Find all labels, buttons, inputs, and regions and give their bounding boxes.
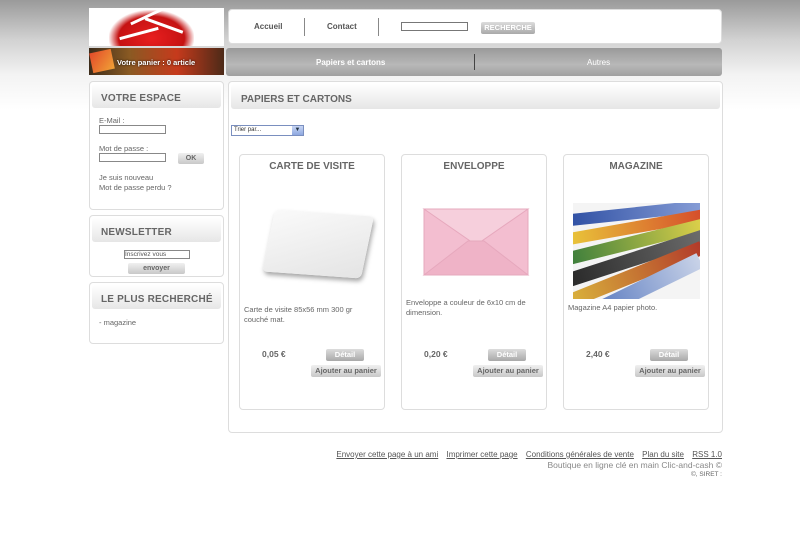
add-to-cart-button[interactable]: Ajouter au panier <box>311 365 381 377</box>
votre-espace-title: VOTRE ESPACE <box>92 84 221 108</box>
cart-icon <box>89 48 115 74</box>
sort-select[interactable]: Trier par... ▼ <box>231 125 304 136</box>
newsletter-box: NEWSLETTER envoyer <box>89 215 224 277</box>
product-name[interactable]: ENVELOPPE <box>402 161 546 172</box>
footer-link-sitemap[interactable]: Plan du site <box>642 450 684 459</box>
popular-box: LE PLUS RECHERCHÉ - magazine <box>89 282 224 344</box>
product-name[interactable]: MAGAZINE <box>564 161 708 172</box>
business-card-image[interactable] <box>252 207 374 289</box>
add-to-cart-button[interactable]: Ajouter au panier <box>473 365 543 377</box>
forgot-password-link[interactable]: Mot de passe perdu ? <box>99 183 172 192</box>
new-user-link[interactable]: Je suis nouveau <box>99 173 153 182</box>
category-autres[interactable]: Autres <box>587 58 610 67</box>
detail-button[interactable]: Détail <box>326 349 364 361</box>
nav-contact[interactable]: Contact <box>327 22 357 31</box>
detail-button[interactable]: Détail <box>650 349 688 361</box>
login-ok-button[interactable]: OK <box>178 153 204 164</box>
newsletter-input[interactable] <box>124 250 190 259</box>
nav-separator <box>378 18 379 36</box>
magazine-image[interactable] <box>573 203 700 299</box>
email-label: E-Mail : <box>99 116 125 125</box>
cart-summary[interactable]: Votre panier : 0 article <box>117 58 195 67</box>
product-card-magazine: MAGAZINE Magazine A4 papier photo. 2,40 … <box>563 154 709 410</box>
product-description: Enveloppe a couleur de 6x10 cm de dimens… <box>406 298 526 317</box>
footer-link-send-to-friend[interactable]: Envoyer cette page à un ami <box>336 450 438 459</box>
product-price: 2,40 € <box>586 349 610 359</box>
site-logo[interactable] <box>89 8 224 46</box>
sort-select-value: Trier par... <box>234 127 262 133</box>
search-input[interactable] <box>401 22 468 31</box>
add-to-cart-button[interactable]: Ajouter au panier <box>635 365 705 377</box>
card-shape <box>262 209 374 279</box>
footer-tagline: Boutique en ligne clé en main Clic-and-c… <box>547 460 722 470</box>
top-navigation: Accueil Contact RECHERCHE <box>228 9 722 44</box>
footer-link-cgv[interactable]: Conditions générales de vente <box>526 450 634 459</box>
footer-links: Envoyer cette page à un ami Imprimer cet… <box>330 450 722 459</box>
product-description: Magazine A4 papier photo. <box>568 303 658 312</box>
password-label: Mot de passe : <box>99 144 149 153</box>
newsletter-title: NEWSLETTER <box>92 218 221 242</box>
product-description: Carte de visite 85x56 mm 300 gr couché m… <box>244 305 353 324</box>
envelope-image[interactable] <box>422 207 530 277</box>
footer-siret: ©, SIRET : <box>690 471 722 478</box>
password-field[interactable] <box>99 153 166 162</box>
cart-banner[interactable]: Votre panier : 0 article <box>89 48 224 75</box>
nav-accueil[interactable]: Accueil <box>254 22 282 31</box>
nav-separator <box>304 18 305 36</box>
votre-espace-box: VOTRE ESPACE E-Mail : Mot de passe : OK … <box>89 81 224 210</box>
product-listing: PAPIERS ET CARTONS Trier par... ▼ CARTE … <box>228 81 723 433</box>
footer-link-print[interactable]: Imprimer cette page <box>446 450 517 459</box>
search-button[interactable]: RECHERCHE <box>481 22 535 34</box>
chevron-down-icon[interactable]: ▼ <box>292 126 303 135</box>
footer-link-rss[interactable]: RSS 1.0 <box>692 450 722 459</box>
page-title: PAPIERS ET CARTONS <box>231 84 720 109</box>
category-papiers-cartons[interactable]: Papiers et cartons <box>316 58 385 67</box>
popular-title: LE PLUS RECHERCHÉ <box>92 285 221 309</box>
product-card-carte-de-visite: CARTE DE VISITE Carte de visite 85x56 mm… <box>239 154 385 410</box>
newsletter-submit-button[interactable]: envoyer <box>128 263 185 274</box>
email-field[interactable] <box>99 125 166 134</box>
envelope-drawing <box>422 208 530 276</box>
product-price: 0,05 € <box>262 349 286 359</box>
detail-button[interactable]: Détail <box>488 349 526 361</box>
product-price: 0,20 € <box>424 349 448 359</box>
category-bar: Papiers et cartons Autres <box>226 48 722 76</box>
category-separator <box>474 54 475 70</box>
popular-item-magazine[interactable]: - magazine <box>99 318 136 327</box>
product-card-enveloppe: ENVELOPPE Enveloppe a couleur de 6x10 cm… <box>401 154 547 410</box>
product-name[interactable]: CARTE DE VISITE <box>240 161 384 172</box>
